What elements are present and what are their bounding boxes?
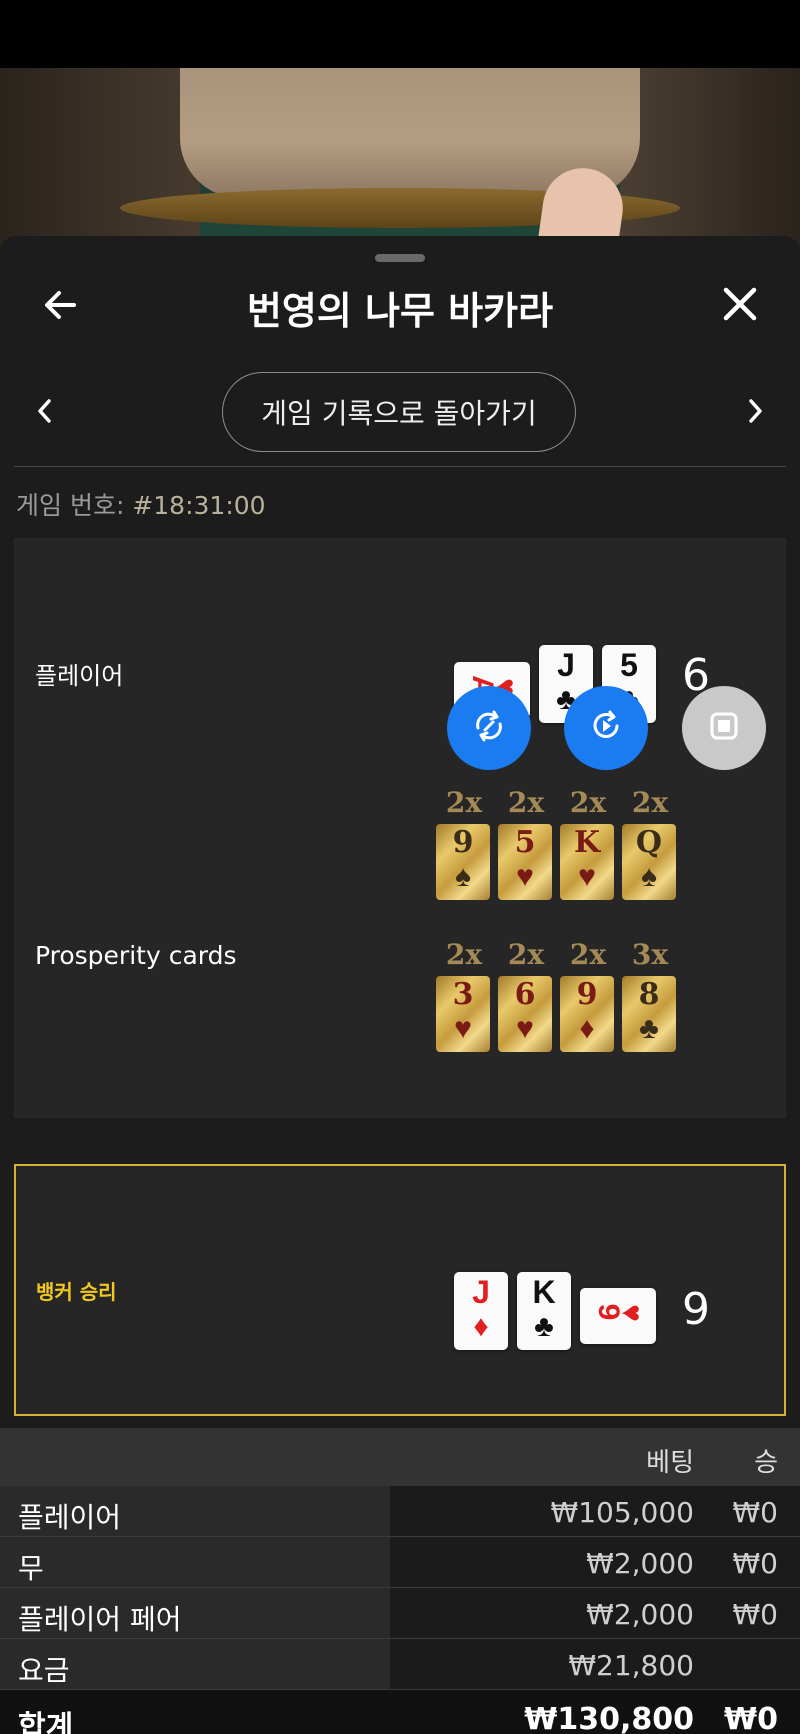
column-header-win: 승	[754, 1448, 778, 1478]
player-label: 플레이어	[35, 662, 124, 690]
row-bet: ₩105,000	[550, 1496, 694, 1529]
banker-win-label: 뱅커 승리	[36, 1280, 117, 1304]
total-label: 합계	[18, 1710, 74, 1734]
chevron-right-icon[interactable]	[742, 396, 768, 426]
total-win: ₩0	[724, 1702, 778, 1734]
prosperity-multiplier: 2x	[507, 786, 545, 819]
row-label: 플레이어	[18, 1501, 122, 1534]
game-number-value: #18:31:00	[132, 491, 266, 520]
prosperity-multiplier: 2x	[631, 786, 669, 819]
replay-icon	[469, 706, 509, 751]
prosperity-card: 5 ♥	[498, 824, 552, 900]
banker-card-3: 9 ♥	[580, 1288, 656, 1344]
prosperity-multiplier: 2x	[445, 938, 483, 971]
page-title: 번영의 나무 바카라	[246, 289, 554, 333]
table-header: 베팅 승	[0, 1428, 800, 1486]
total-bet: ₩130,800	[524, 1702, 694, 1734]
banker-card-2: K ♣	[517, 1272, 571, 1350]
prosperity-card: 3 ♥	[436, 976, 490, 1052]
game-number-label: 게임 번호:	[16, 491, 125, 520]
prosperity-multiplier: 2x	[569, 938, 607, 971]
table-row: 요금 ₩21,800	[0, 1639, 800, 1690]
prosperity-multiplier: 2x	[507, 938, 545, 971]
prosperity-card: Q ♠	[622, 824, 676, 900]
prosperity-card: 9 ♦	[560, 976, 614, 1052]
row-label: 요금	[18, 1654, 70, 1687]
row-label: 플레이어 페어	[18, 1603, 182, 1636]
prosperity-card: 6 ♥	[498, 976, 552, 1052]
prosperity-card: 8 ♣	[622, 976, 676, 1052]
banker-card-1: J ♦	[454, 1272, 508, 1350]
row-win: ₩0	[732, 1547, 779, 1580]
prosperity-multiplier: 3x	[631, 938, 669, 971]
prosperity-multiplier: 2x	[445, 786, 483, 819]
drag-handle[interactable]	[375, 254, 425, 262]
divider	[14, 466, 786, 467]
close-icon[interactable]	[718, 282, 762, 326]
game-history-panel: 번영의 나무 바카라 게임 기록으로 돌아가기 게임 번호: #18:31:00…	[0, 236, 800, 1734]
row-label: 무	[18, 1552, 44, 1585]
prosperity-card: K ♥	[560, 824, 614, 900]
live-video-feed	[0, 68, 800, 248]
prosperity-multiplier: 2x	[569, 786, 607, 819]
table-row: 무 ₩2,000 ₩0	[0, 1537, 800, 1588]
stop-button[interactable]	[682, 686, 766, 770]
back-to-history-button[interactable]: 게임 기록으로 돌아가기	[222, 372, 576, 452]
status-bar	[0, 0, 800, 68]
row-bet: ₩2,000	[586, 1598, 694, 1631]
game-number: 게임 번호: #18:31:00	[16, 486, 266, 522]
stop-icon	[704, 706, 744, 751]
row-win: ₩0	[732, 1598, 779, 1631]
row-win: ₩0	[732, 1496, 779, 1529]
row-bet: ₩2,000	[586, 1547, 694, 1580]
banker-hand-section: 뱅커 승리 J ♦ K ♣ 9 ♥ 9	[14, 1164, 786, 1416]
play-icon	[586, 706, 626, 751]
prosperity-card: 9 ♠	[436, 824, 490, 900]
player-hand-section: 플레이어 A ♥ J ♣ 5 ♣ 6 Prosp	[14, 538, 786, 1118]
row-bet: ₩21,800	[568, 1649, 694, 1682]
prosperity-label: Prosperity cards	[35, 941, 237, 970]
play-replay-button[interactable]	[564, 686, 648, 770]
table-row: 플레이어 ₩105,000 ₩0	[0, 1486, 800, 1537]
column-header-bet: 베팅	[646, 1448, 694, 1478]
banker-score: 9	[682, 1284, 710, 1335]
table-row: 플레이어 페어 ₩2,000 ₩0	[0, 1588, 800, 1639]
replay-button[interactable]	[447, 686, 531, 770]
table-total-row: 합계 ₩130,800 ₩0	[0, 1690, 800, 1734]
chevron-left-icon[interactable]	[32, 396, 58, 426]
bets-table: 베팅 승 플레이어 ₩105,000 ₩0 무 ₩2,000 ₩0 플레이어 페…	[0, 1428, 800, 1734]
